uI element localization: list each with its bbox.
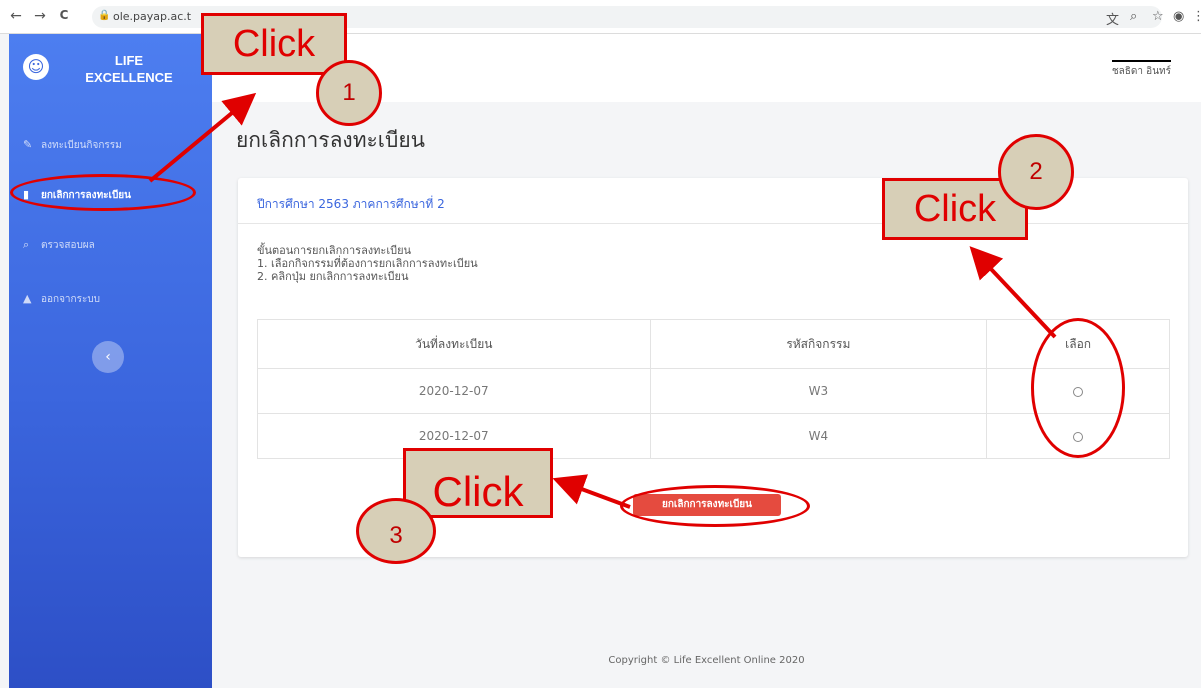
lock-icon: ▲ bbox=[23, 292, 32, 305]
highlight-ring-select-column bbox=[1031, 318, 1125, 458]
activity-code: W3 bbox=[649, 368, 988, 414]
back-icon[interactable]: ← bbox=[8, 8, 24, 24]
instructions: ขั้นตอนการยกเลิกการลงทะเบียน 1. เลือกกิจ… bbox=[257, 244, 478, 283]
translate-icon[interactable]: 文 bbox=[1106, 9, 1119, 28]
sidebar-item-label: ลงทะเบียนกิจกรรม bbox=[41, 140, 122, 151]
sidebar-item-label: ตรวจสอบผล bbox=[41, 240, 95, 251]
activity-code: W4 bbox=[649, 413, 988, 459]
brand-logo[interactable]: LIFE EXCELLENCE bbox=[69, 52, 189, 86]
zoom-icon[interactable]: ⌕ bbox=[1130, 9, 1137, 24]
instruction-step-2: 2. คลิกปุ่ม ยกเลิกการลงทะเบียน bbox=[257, 270, 409, 283]
brand-line-2: EXCELLENCE bbox=[85, 70, 173, 85]
footer-copyright: Copyright © Life Excellent Online 2020 bbox=[608, 655, 805, 666]
step-number-2: 2 bbox=[998, 134, 1074, 210]
table-row: 2020-12-07 W4 bbox=[257, 413, 1170, 459]
sidebar-item-register[interactable]: ✎ ลงทะเบียนกิจกรรม bbox=[9, 131, 212, 159]
click-callout-3: Click bbox=[403, 448, 553, 518]
sidebar-collapse-button[interactable]: ‹ bbox=[92, 341, 124, 373]
step-number-1: 1 bbox=[316, 60, 382, 126]
instructions-heading: ขั้นตอนการยกเลิกการลงทะเบียน bbox=[257, 244, 412, 257]
instruction-step-1: 1. เลือกกิจกรรมที่ต้องการยกเลิกการลงทะเบ… bbox=[257, 257, 478, 270]
column-header-activity-code: รหัสกิจกรรม bbox=[649, 319, 988, 369]
brand-line-1: LIFE bbox=[114, 53, 144, 68]
reload-icon[interactable]: C bbox=[56, 8, 72, 22]
sidebar: ☺ LIFE EXCELLENCE ✎ ลงทะเบียนกิจกรรม ▮ ยกเ… bbox=[9, 34, 212, 688]
browser-toolbar: ← → C 🔒 ole.payap.ac.t 文 ⌕ ☆ ◉ ⋮ bbox=[0, 0, 1201, 34]
logo-icon: ☺ bbox=[23, 54, 49, 80]
url-text[interactable]: ole.payap.ac.t bbox=[113, 10, 191, 23]
pencil-icon: ✎ bbox=[23, 138, 33, 151]
highlight-ring-cancel-button bbox=[620, 485, 810, 527]
sidebar-item-check-results[interactable]: ⌕ ตรวจสอบผล bbox=[9, 231, 212, 259]
menu-icon[interactable]: ⋮ bbox=[1192, 9, 1201, 24]
sidebar-item-logout[interactable]: ▲ ออกจากระบบ bbox=[9, 285, 212, 313]
forward-icon[interactable]: → bbox=[32, 8, 48, 24]
registration-date: 2020-12-07 bbox=[257, 368, 651, 414]
account-icon[interactable]: ◉ bbox=[1173, 9, 1184, 24]
column-header-date: วันที่ลงทะเบียน bbox=[257, 319, 651, 369]
step-number-3: 3 bbox=[356, 498, 436, 564]
card-title: ปีการศึกษา 2563 ภาคการศึกษาที่ 2 bbox=[257, 197, 445, 211]
highlight-ring-sidebar bbox=[10, 174, 196, 211]
lock-icon: 🔒 bbox=[98, 10, 111, 21]
search-icon: ⌕ bbox=[23, 238, 30, 251]
click-callout-1: Click bbox=[201, 13, 347, 75]
sidebar-item-label: ออกจากระบบ bbox=[41, 294, 101, 305]
star-icon[interactable]: ☆ bbox=[1152, 9, 1164, 24]
page-title: ยกเลิกการลงทะเบียน bbox=[236, 128, 425, 152]
table-header-row: วันที่ลงทะเบียน รหัสกิจกรรม เลือก bbox=[257, 319, 1170, 369]
user-name[interactable]: ชลธิดา อินทร์ bbox=[1111, 60, 1171, 79]
